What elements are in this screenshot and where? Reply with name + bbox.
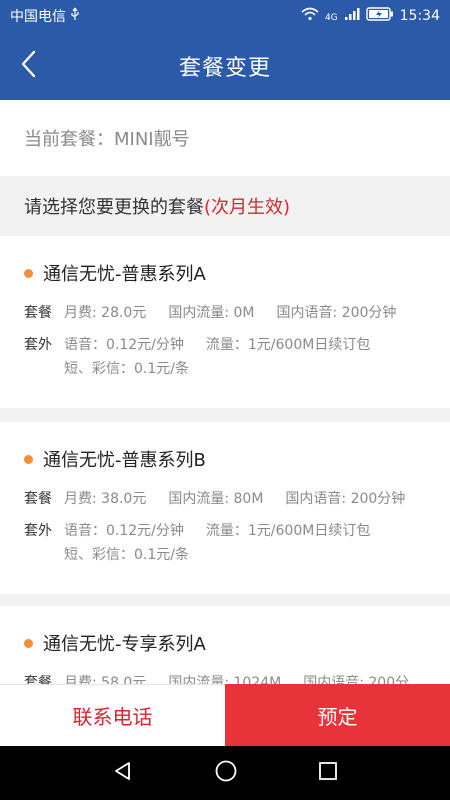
extra-sms: 短、彩信：0.1元/条: [64, 547, 189, 563]
extra-voice: 语音：0.12元/分钟: [64, 337, 184, 353]
plan-fee: 月费: 28.0元: [64, 305, 147, 321]
plan-card[interactable]: 通信无忧-专享系列A 套餐 月费: 58.0元 国内流量: 1024M 国内语音…: [0, 606, 450, 684]
network-type: 4G: [324, 13, 338, 23]
extra-sms: 短、彩信：0.1元/条: [64, 361, 189, 377]
extra-label: 套外: [24, 337, 52, 353]
plan-voice: 国内语音: 200分钟: [276, 305, 397, 321]
plan-data: 国内流量: 1024M: [168, 675, 282, 684]
carrier-info: 中国电信: [10, 6, 301, 26]
page-title: 套餐变更: [178, 56, 271, 81]
bullet-dot-icon: [24, 638, 33, 648]
extra-data: 流量：1元/600M日续订包: [205, 337, 371, 353]
plan-voice: 国内语音: 200分: [303, 675, 410, 684]
bullet-dot-icon: [24, 454, 33, 464]
system-nav-bar: [0, 746, 450, 800]
usb-icon: [70, 7, 80, 25]
hint-text: 请选择您要更换的套餐: [24, 197, 204, 218]
package-label: 套餐: [24, 491, 52, 507]
extra-label: 套外: [24, 523, 52, 539]
plan-fee: 月费: 38.0元: [64, 491, 147, 507]
current-plan-text: 当前套餐：MINI靓号: [24, 129, 190, 150]
plan-package-row: 套餐 月费: 28.0元 国内流量: 0M 国内语音: 200分钟: [24, 302, 418, 322]
nav-bar: 套餐变更: [0, 32, 450, 100]
plan-title-row: 通信无忧-专享系列A: [24, 630, 206, 656]
status-right: 4G 15:34: [301, 7, 440, 25]
plan-voice: 国内语音: 200分钟: [285, 491, 406, 507]
battery-icon: [365, 7, 394, 25]
wifi-icon: [301, 7, 319, 25]
plan-extra-row: 套外 语音：0.12元/分钟 流量：1元/600M日续订包: [24, 520, 392, 540]
package-label: 套餐: [24, 305, 52, 321]
signal-icon: [344, 7, 360, 25]
effect-note: (次月生效): [204, 197, 291, 218]
home-circle-icon[interactable]: [214, 759, 238, 787]
plan-card[interactable]: 通信无忧-普惠系列B 套餐 月费: 38.0元 国内流量: 80M 国内语音: …: [0, 422, 450, 594]
bottom-action-bar: 联系电话 预定: [0, 684, 450, 746]
plan-name: 通信无忧-普惠系列A: [43, 264, 206, 285]
extra-data: 流量：1元/600M日续订包: [205, 523, 371, 539]
carrier-name: 中国电信: [10, 9, 66, 25]
bullet-dot-icon: [24, 268, 33, 278]
plan-data: 国内流量: 80M: [168, 491, 264, 507]
plan-list[interactable]: 通信无忧-普惠系列A 套餐 月费: 28.0元 国内流量: 0M 国内语音: 2…: [0, 236, 450, 684]
plan-title-row: 通信无忧-普惠系列A: [24, 260, 206, 286]
contact-phone-button[interactable]: 联系电话: [0, 684, 225, 746]
status-time: 15:34: [399, 8, 440, 24]
plan-package-row: 套餐 月费: 38.0元 国内流量: 80M 国内语音: 200分钟: [24, 488, 427, 508]
plan-name: 通信无忧-普惠系列B: [43, 450, 206, 471]
back-button[interactable]: [8, 46, 48, 86]
package-label: 套餐: [24, 675, 52, 684]
plan-title-row: 通信无忧-普惠系列B: [24, 446, 206, 472]
select-hint: 请选择您要更换的套餐 (次月生效): [0, 176, 450, 236]
plan-package-row: 套餐 月费: 58.0元 国内流量: 1024M 国内语音: 200分: [24, 672, 431, 684]
plan-card[interactable]: 通信无忧-普惠系列A 套餐 月费: 28.0元 国内流量: 0M 国内语音: 2…: [0, 236, 450, 408]
plan-name: 通信无忧-专享系列A: [43, 634, 206, 655]
extra-voice: 语音：0.12元/分钟: [64, 523, 184, 539]
back-triangle-icon[interactable]: [112, 760, 134, 786]
current-plan: 当前套餐：MINI靓号: [0, 100, 450, 176]
reserve-button[interactable]: 预定: [225, 684, 450, 746]
plan-fee: 月费: 58.0元: [64, 675, 147, 684]
plan-data: 国内流量: 0M: [168, 305, 255, 321]
recents-square-icon[interactable]: [318, 761, 338, 785]
plan-extra-row: 套外 语音：0.12元/分钟 流量：1元/600M日续订包: [24, 334, 392, 354]
status-bar: 中国电信 4G 15:34: [0, 0, 450, 32]
chevron-left-icon: [20, 50, 36, 82]
